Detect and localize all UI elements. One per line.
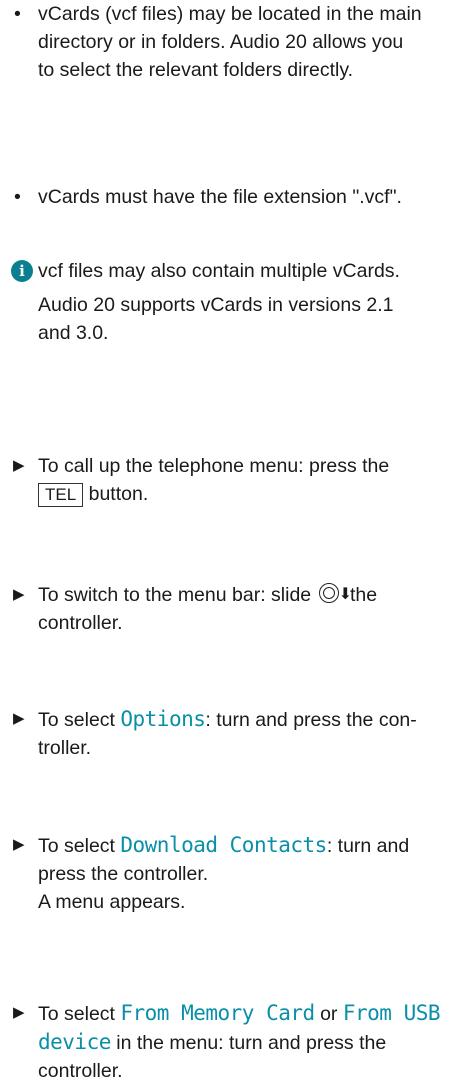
step-download-contacts: ▶ To select Download Contacts: turn and … (0, 831, 467, 916)
info-note: i vcf files may also contain multiple vC… (0, 257, 467, 347)
bullet-dot: • (14, 3, 21, 25)
text-span: button. (83, 483, 149, 505)
text-line: controller. (38, 1060, 123, 1082)
step-arrow-icon: ▶ (13, 1004, 25, 1021)
bullet-dot: • (14, 186, 21, 208)
step-arrow-icon: ▶ (13, 457, 25, 474)
step-options: ▶ To select Options: turn and press the … (0, 705, 467, 762)
text-line: troller. (38, 737, 92, 759)
text-line: To switch to the menu bar: slide ⬇ the (38, 581, 467, 609)
text-line: vcf files may also contain multiple vCar… (38, 260, 400, 282)
text-line: controller. (38, 612, 123, 634)
controller-slide-down-icon: ⬇ (317, 583, 352, 605)
text-line: To select From Memory Card or From USB (38, 999, 467, 1028)
menu-term: Options (120, 707, 206, 731)
text-span: in the menu: turn and press the (110, 1032, 387, 1054)
step-arrow-icon: ▶ (13, 836, 25, 853)
text-line: directory or in folders. Audio 20 allows… (38, 31, 404, 53)
text-span: : turn and (326, 835, 410, 857)
text-line: A menu appears. (38, 891, 186, 913)
step-from-memory: ▶ To select From Memory Card or From USB… (0, 999, 467, 1085)
text-span: To select (38, 709, 121, 731)
step-menu-bar: ▶ To switch to the menu bar: slide ⬇ the… (0, 581, 467, 637)
text-line: to select the relevant folders directly. (38, 59, 354, 81)
text-line: To call up the telephone menu: press the (38, 455, 390, 477)
step-telephone-menu: ▶ To call up the telephone menu: press t… (0, 452, 467, 508)
info-icon: i (11, 260, 33, 282)
tel-key: TEL (38, 483, 84, 507)
text-line: To select Options: turn and press the co… (38, 705, 467, 734)
text-line: TEL button. (38, 480, 467, 508)
step-arrow-icon: ▶ (13, 586, 25, 603)
text-span: or (314, 1003, 343, 1025)
text-span: To select (38, 1003, 121, 1025)
text-span: To switch to the menu bar: slide (38, 584, 317, 606)
text-line: To select Download Contacts: turn and (38, 831, 467, 860)
text-line: press the controller. (38, 863, 209, 885)
menu-term: From USB (342, 1001, 441, 1025)
text-line: and 3.0. (38, 322, 109, 344)
menu-term: Download Contacts (120, 833, 327, 857)
text-span: : turn and press the con- (205, 709, 417, 731)
text-line: Audio 20 supports vCards in versions 2.1 (38, 294, 394, 316)
text-span: To select (38, 835, 121, 857)
step-arrow-icon: ▶ (13, 710, 25, 727)
bullet-folders: • vCards (vcf files) may be located in t… (0, 0, 467, 84)
text-line: vCards must have the file extension ".vc… (38, 186, 402, 208)
text-line: vCards (vcf files) may be located in the… (38, 3, 422, 25)
menu-term: From Memory Card (120, 1001, 315, 1025)
bullet-extension: • vCards must have the file extension ".… (0, 183, 467, 211)
text-line: device in the menu: turn and press the (38, 1028, 467, 1057)
menu-term: device (38, 1030, 111, 1054)
